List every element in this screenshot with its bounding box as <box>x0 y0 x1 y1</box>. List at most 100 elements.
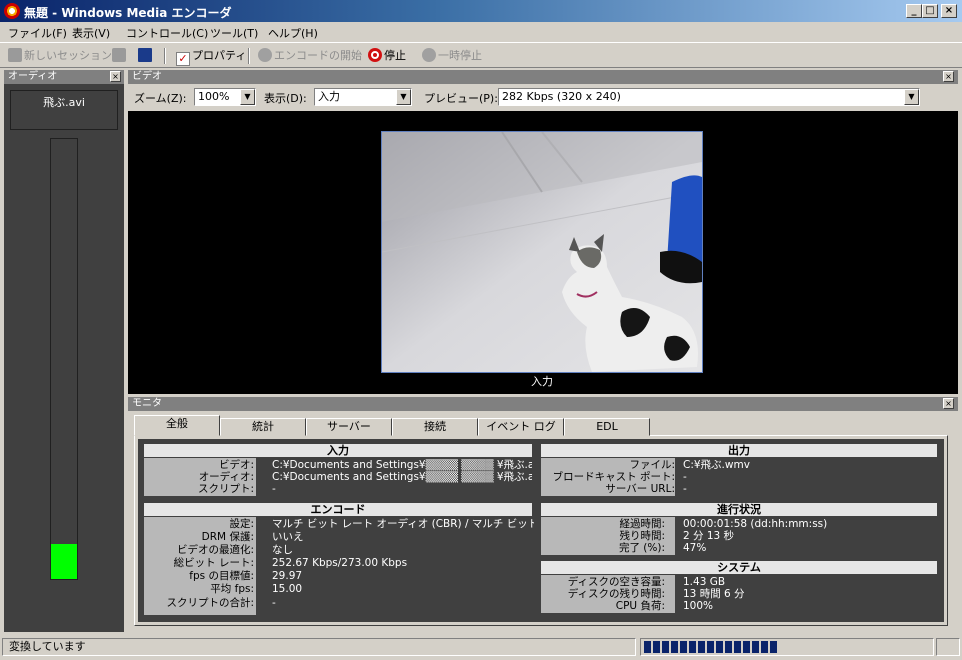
video-panel-header: ビデオ × <box>128 70 958 84</box>
system-disk-free-value: 1.43 GB <box>683 576 726 588</box>
encode-target-fps-key: fps の目標値: <box>189 570 254 582</box>
progress-elapsed-key: 経過時間: <box>619 518 665 530</box>
progress-complete-value: 47% <box>683 542 707 554</box>
progress-block <box>725 641 732 653</box>
progress-block <box>743 641 750 653</box>
close-button[interactable]: × <box>941 4 957 18</box>
window-title: 無題 - Windows Media エンコーダ <box>24 6 232 20</box>
output-port-value: - <box>683 471 687 483</box>
properties-label: プロパティ <box>192 49 247 62</box>
progress-block <box>707 641 714 653</box>
start-icon <box>258 48 272 62</box>
tab-statistics[interactable]: 統計 <box>220 418 306 436</box>
input-video-key: ビデオ: <box>218 459 254 471</box>
tab-edl[interactable]: EDL <box>564 418 650 436</box>
toolbar: 新しいセッション ✓ プロパティ エンコードの開始 停止 一時停止 <box>0 42 962 68</box>
output-file-key: ファイル: <box>629 459 675 471</box>
encode-video-opt-value: なし <box>272 544 293 556</box>
tab-general[interactable]: 全般 <box>134 415 220 436</box>
monitor-panel-title: モニタ <box>132 398 162 409</box>
start-encoding-button[interactable]: エンコードの開始 <box>258 47 362 65</box>
menu-control[interactable]: コントロール(C) <box>126 25 208 41</box>
preview-select[interactable]: 282 Kbps (320 x 240) ▼ <box>498 88 920 106</box>
progress-remaining-key: 残り時間: <box>619 530 665 542</box>
zoom-select[interactable]: 100% ▼ <box>194 88 256 106</box>
progress-block <box>752 641 759 653</box>
progress-block <box>680 641 687 653</box>
checkbox-icon: ✓ <box>176 52 190 66</box>
progress-block <box>644 641 651 653</box>
save-button[interactable] <box>138 47 154 65</box>
progress-block <box>734 641 741 653</box>
progress-complete-key: 完了 (%): <box>618 542 665 554</box>
progress-section-title: 進行状況 <box>541 503 937 516</box>
system-disk-time-key: ディスクの残り時間: <box>567 588 665 600</box>
menu-tools[interactable]: ツール(T) <box>210 25 258 41</box>
menu-view[interactable]: 表示(V) <box>72 25 110 41</box>
new-session-button[interactable]: 新しいセッション <box>8 47 112 65</box>
chevron-down-icon[interactable]: ▼ <box>240 89 255 105</box>
output-url-key: サーバー URL: <box>605 483 675 495</box>
input-script-key: スクリプト: <box>197 483 254 495</box>
output-port-key: ブロードキャスト ポート: <box>552 471 675 483</box>
audio-level-fill <box>51 544 77 579</box>
title-bar[interactable]: 無題 - Windows Media エンコーダ _ □ × <box>0 0 962 22</box>
audio-level-meter <box>50 138 78 580</box>
video-panel-close-icon[interactable]: × <box>943 71 954 82</box>
audio-panel-close-icon[interactable]: × <box>110 71 121 82</box>
cat-video-frame <box>382 132 702 372</box>
menu-help[interactable]: ヘルプ(H) <box>268 25 318 41</box>
encode-avg-fps-value: 15.00 <box>272 583 303 595</box>
start-encoding-label: エンコードの開始 <box>274 49 362 62</box>
app-icon[interactable] <box>4 3 20 19</box>
size-grip[interactable] <box>936 638 960 656</box>
preview-caption: 入力 <box>531 375 553 388</box>
stop-button[interactable]: 停止 <box>368 47 406 65</box>
stop-label: 停止 <box>384 49 406 62</box>
tab-event-log[interactable]: イベント ログ <box>478 418 564 436</box>
status-text: 変換しています <box>2 638 636 656</box>
encode-drm-value: いいえ <box>272 531 304 543</box>
progress-block <box>698 641 705 653</box>
zoom-value: 100% <box>198 90 230 103</box>
output-file-value: C:¥飛ぶ.wmv <box>683 459 750 471</box>
system-cpu-value: 100% <box>683 600 714 612</box>
save-disk-icon <box>138 48 152 62</box>
progress-block <box>671 641 678 653</box>
maximize-button[interactable]: □ <box>922 4 938 18</box>
minimize-button[interactable]: _ <box>906 4 922 18</box>
encode-target-fps-value: 29.97 <box>272 570 303 582</box>
view-label: 表示(D): <box>264 92 307 105</box>
tab-server[interactable]: サーバー <box>306 418 392 436</box>
properties-button[interactable]: ✓ プロパティ <box>176 47 247 66</box>
input-audio-value: C:¥Documents and Settings¥▒▒▒▒ ▒▒▒▒ ¥飛ぶ.… <box>272 471 532 483</box>
toolbar-divider <box>248 48 250 64</box>
progress-remaining-value: 2 分 13 秒 <box>683 530 735 542</box>
audio-panel-title: オーディオ <box>8 71 58 82</box>
tab-connection[interactable]: 接続 <box>392 418 478 436</box>
encode-avg-fps-key: 平均 fps: <box>210 583 254 595</box>
video-panel-title: ビデオ <box>132 71 162 82</box>
view-select[interactable]: 入力 ▼ <box>314 88 412 106</box>
open-button[interactable] <box>112 47 128 65</box>
encode-settings-value: マルチ ビット レート オーディオ (CBR) / マルチ ビット レ <box>272 518 534 530</box>
system-section-title: システム <box>541 561 937 574</box>
menu-bar: ファイル(F) 表示(V) コントロール(C) ツール(T) ヘルプ(H) <box>0 22 962 42</box>
monitor-panel-close-icon[interactable]: × <box>943 398 954 409</box>
system-disk-free-key: ディスクの空き容量: <box>567 576 665 588</box>
menu-file[interactable]: ファイル(F) <box>8 25 67 41</box>
input-section-title: 入力 <box>144 444 532 457</box>
encode-video-opt-key: ビデオの最適化: <box>176 544 254 556</box>
monitor-panel-header: モニタ × <box>128 397 958 411</box>
encode-script-total-key: スクリプトの合計: <box>166 597 254 609</box>
system-cpu-key: CPU 負荷: <box>615 600 665 612</box>
encode-section-title: エンコード <box>144 503 532 516</box>
output-url-value: - <box>683 483 687 495</box>
pause-button[interactable]: 一時停止 <box>422 47 482 65</box>
chevron-down-icon[interactable]: ▼ <box>904 89 919 105</box>
encoding-progress-bar <box>640 638 934 656</box>
chevron-down-icon[interactable]: ▼ <box>396 89 411 105</box>
progress-block <box>770 641 777 653</box>
video-preview <box>381 131 703 373</box>
progress-block <box>716 641 723 653</box>
